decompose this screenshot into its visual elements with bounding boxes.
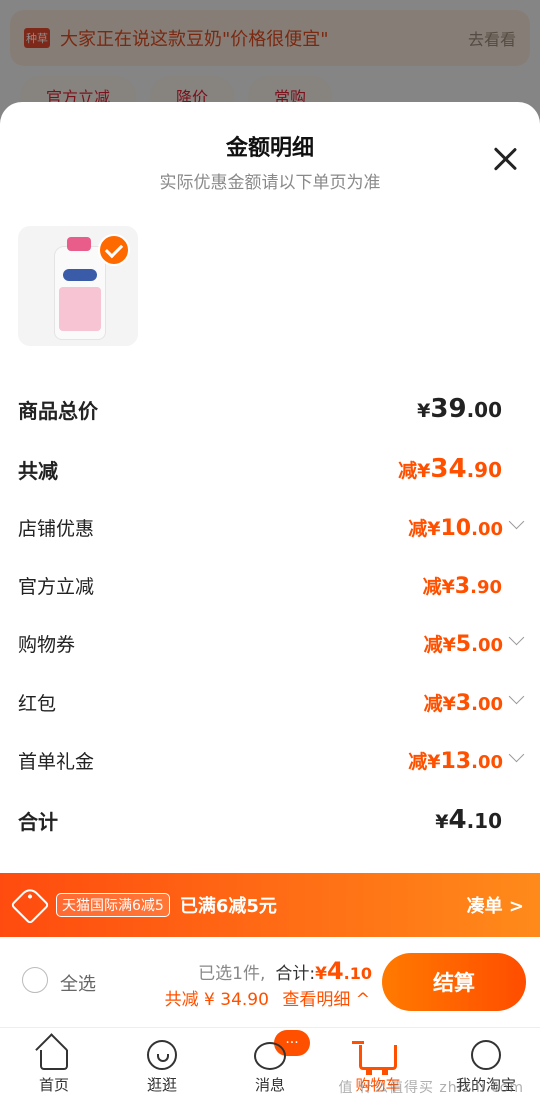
chevron-down-icon[interactable]	[508, 629, 525, 646]
checkout-bar: 全选 已选1件, 合计: ¥ 4 .10 共减 ¥ 34.90 查看明细 ^ 结…	[0, 937, 540, 1027]
amount-row-label: 店铺优惠	[18, 518, 95, 540]
amount-prefix: 减¥	[408, 518, 441, 540]
tab-label: 消息	[254, 1076, 285, 1094]
total-currency: ¥	[315, 964, 327, 984]
amount-int: 10	[440, 516, 472, 541]
amount-row-label: 官方立减	[18, 576, 95, 598]
amount-row: 商品总价 ¥39.00	[18, 394, 522, 424]
amount-prefix: 减¥	[422, 576, 455, 598]
coupon-tag-icon	[10, 885, 50, 925]
select-all-label[interactable]: 全选	[60, 970, 96, 996]
tab-home[interactable]: 首页	[0, 1028, 108, 1101]
bottom-tab-bar: 首页 逛逛 ··· 消息 购物车 我的淘宝 值 什么值得买 zhizhi.com	[0, 1027, 540, 1101]
discount-total-text: 共减 ¥ 34.90	[164, 990, 269, 1010]
amount-row: 官方立减 减¥ 3.90	[18, 572, 522, 599]
total-decimal: .10	[343, 964, 372, 983]
chevron-down-icon[interactable]	[508, 746, 525, 763]
amount-row-label: 红包	[18, 693, 57, 715]
amount-details-sheet: 金额明细 实际优惠金额请以下单页为准 商品总价 ¥39.00 共减 减¥ 34.90 店铺…	[0, 102, 540, 937]
close-icon[interactable]	[492, 146, 518, 172]
promo-message: 已满6减5元	[179, 896, 277, 917]
amount-row[interactable]: 店铺优惠 减¥ 10.00	[18, 513, 525, 541]
amount-dec: .90	[470, 577, 502, 598]
amount-dec: .00	[471, 694, 503, 715]
amount-int: 13	[440, 749, 472, 774]
amount-int: 39	[430, 394, 467, 424]
amount-int: 4	[448, 805, 467, 835]
discover-icon	[147, 1040, 177, 1070]
amount-int: 34	[430, 454, 467, 484]
home-icon	[40, 1050, 68, 1070]
amount-value: ¥4.10	[435, 805, 502, 835]
tab-discover[interactable]: 逛逛	[108, 1028, 216, 1101]
chevron-down-icon[interactable]	[508, 688, 525, 705]
amount-value: ¥39.00	[417, 394, 502, 424]
amount-dec: .00	[471, 752, 503, 773]
amount-int: 5	[455, 632, 472, 657]
tab-label: 逛逛	[146, 1076, 177, 1094]
amount-prefix: 减¥	[423, 634, 456, 656]
amount-value: 减¥ 34.90	[398, 454, 502, 484]
amount-row-label: 首单礼金	[18, 751, 95, 773]
amount-value: 减¥ 3.90	[423, 572, 502, 599]
amount-row-label: 共减	[18, 458, 58, 483]
amount-prefix: 减¥	[423, 693, 456, 715]
amount-prefix: 减¥	[398, 460, 431, 482]
amount-value: 减¥ 10.00	[408, 514, 503, 541]
user-icon	[471, 1040, 501, 1070]
watermark: 值 什么值得买 zhizhi.com	[338, 1080, 524, 1096]
selected-check-icon[interactable]	[98, 234, 130, 266]
sheet-title: 金额明细	[225, 136, 314, 161]
sheet-subtitle: 实际优惠金额请以下单页为准	[159, 173, 381, 193]
total-label: 合计:	[275, 964, 316, 984]
selected-count: 已选1件,	[198, 964, 266, 984]
amount-dec: .90	[466, 458, 502, 482]
total-integer: 4	[326, 957, 344, 985]
amount-row[interactable]: 购物券 减¥ 5.00	[18, 629, 525, 657]
amount-row-label: 商品总价	[18, 398, 98, 423]
settle-button[interactable]: 结算	[382, 953, 526, 1011]
amount-row-label: 合计	[18, 809, 58, 834]
promo-pill: 天猫国际满6减5	[56, 893, 170, 917]
amount-row: 合计 ¥4.10	[18, 805, 522, 835]
amount-dec: .10	[466, 809, 502, 833]
amount-dec: .00	[466, 398, 502, 422]
cart-icon	[352, 1041, 397, 1075]
message-icon	[254, 1042, 286, 1070]
amount-prefix: ¥	[417, 400, 431, 422]
amount-dec: .00	[471, 635, 503, 656]
amount-row-label: 购物券	[18, 634, 76, 656]
tab-label: 首页	[38, 1076, 69, 1094]
detergent-bottle-image	[54, 237, 106, 340]
amount-row[interactable]: 红包 减¥ 3.00	[18, 688, 525, 716]
amount-value: 减¥ 5.00	[424, 630, 503, 657]
add-items-link[interactable]: 凑单 >	[467, 892, 524, 918]
amount-int: 3	[455, 691, 472, 716]
view-details-link[interactable]: 查看明细 ^	[282, 990, 370, 1010]
amount-int: 3	[454, 574, 471, 599]
amount-prefix: ¥	[435, 811, 449, 833]
amount-prefix: 减¥	[408, 751, 441, 773]
chevron-down-icon[interactable]	[508, 513, 525, 530]
amount-value: 减¥ 13.00	[408, 747, 503, 774]
amount-dec: .00	[471, 519, 503, 540]
amount-row: 共减 减¥ 34.90	[18, 454, 522, 484]
tab-messages[interactable]: ··· 消息	[216, 1028, 324, 1101]
amount-row[interactable]: 首单礼金 减¥ 13.00	[18, 746, 525, 774]
amount-value: 减¥ 3.00	[424, 689, 503, 716]
selection-summary: 已选1件, 合计: ¥ 4 .10	[198, 957, 372, 985]
discount-summary: 共减 ¥ 34.90 查看明细 ^	[165, 985, 370, 1010]
select-all-radio[interactable]	[22, 967, 48, 993]
promo-bar[interactable]: 天猫国际满6减5 已满6减5元 凑单 >	[0, 873, 540, 937]
